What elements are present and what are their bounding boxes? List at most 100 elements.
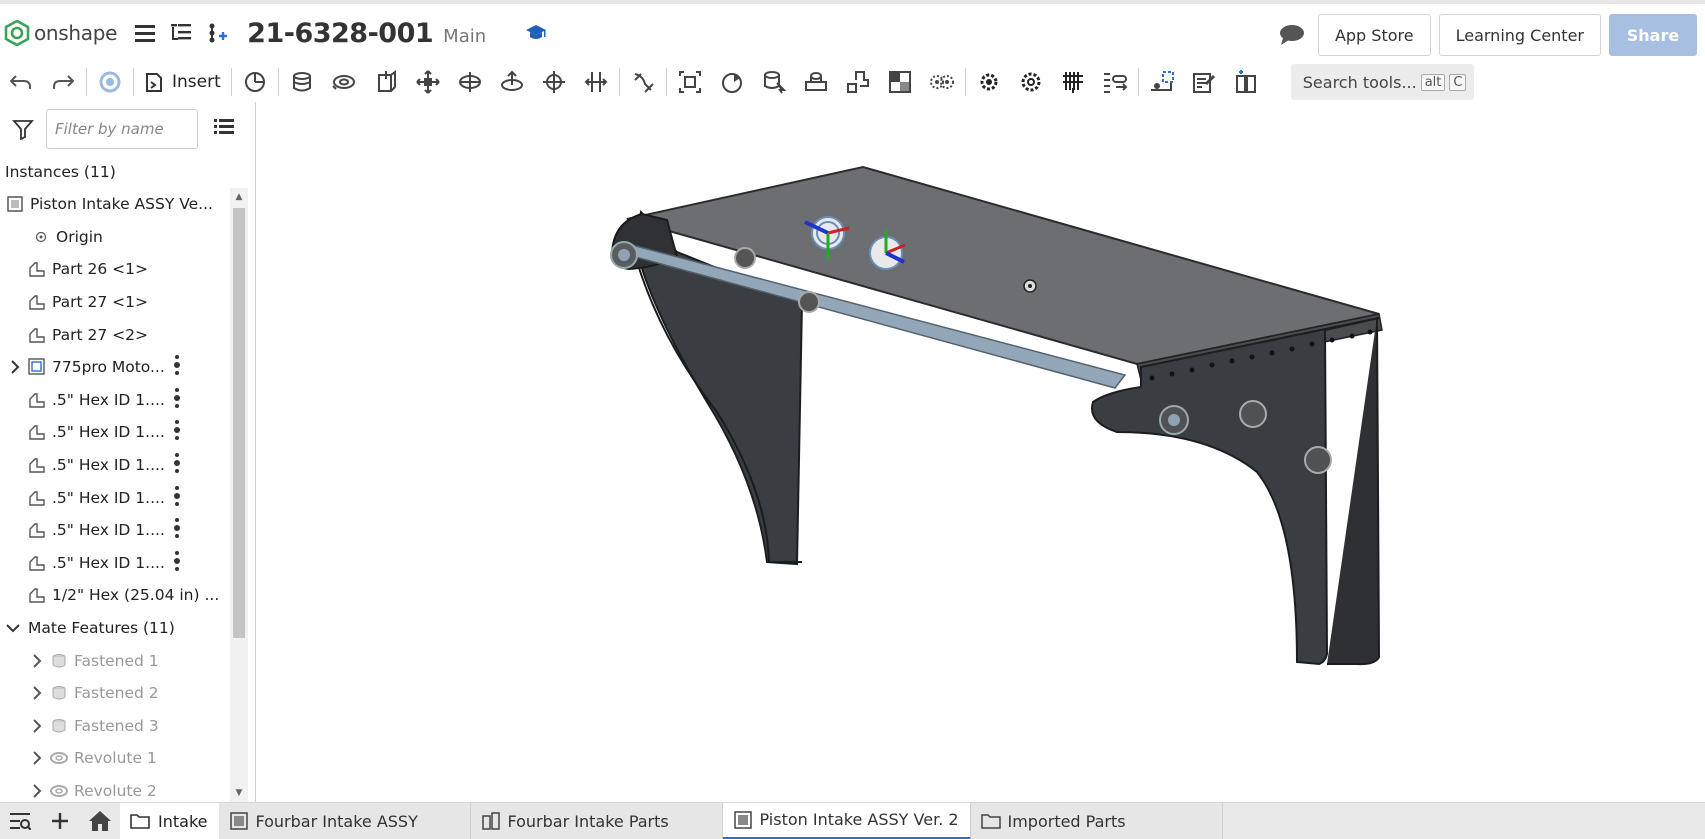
parallel-mate-icon[interactable] (575, 64, 617, 100)
left-bracket[interactable] (633, 209, 804, 566)
chevron-right-icon[interactable] (26, 784, 48, 798)
replicate-icon[interactable] (711, 64, 753, 100)
chevron-right-icon[interactable] (26, 751, 48, 766)
chevron-down-icon[interactable] (2, 623, 24, 633)
redo-icon[interactable] (42, 64, 84, 100)
linear-relation-icon[interactable] (1052, 64, 1094, 100)
list-item[interactable]: Fastened 3 (0, 710, 230, 743)
tree-scrollbar[interactable]: ▲ ▼ (230, 188, 248, 802)
slider-mate-icon[interactable] (365, 64, 407, 100)
pattern-icon[interactable] (753, 64, 795, 100)
learning-cap-icon[interactable] (522, 19, 550, 47)
list-item[interactable]: 1/2" Hex (25.04 in) ... (0, 579, 230, 612)
cylindrical-mate-icon[interactable] (449, 64, 491, 100)
undo-icon[interactable] (0, 64, 42, 100)
kebab-menu-icon[interactable] (174, 387, 180, 413)
fastened-mate-icon[interactable] (281, 64, 323, 100)
list-item[interactable]: Revolute 1 (0, 742, 230, 775)
comment-icon[interactable] (1278, 21, 1306, 49)
feature-list-icon[interactable] (167, 19, 195, 47)
insert-button[interactable]: Insert (136, 64, 229, 100)
list-item[interactable]: Part 26 <1> (0, 253, 230, 286)
tab-imported-parts[interactable]: Imported Parts (971, 802, 1224, 839)
scroll-thumb[interactable] (233, 208, 245, 638)
header-actions: App Store Learning Center Share (1270, 14, 1697, 56)
list-view-icon[interactable] (214, 118, 234, 140)
gear-relation-icon[interactable] (921, 64, 963, 100)
measure-icon[interactable] (1094, 64, 1136, 100)
regen-icon[interactable] (89, 64, 131, 100)
filter-icon[interactable] (0, 118, 46, 140)
kebab-menu-icon[interactable] (174, 419, 180, 445)
kebab-menu-icon[interactable] (174, 354, 180, 380)
version-graph-icon[interactable] (203, 19, 231, 47)
tab-piston-intake-assy[interactable]: Piston Intake ASSY Ver. 2 (723, 802, 972, 839)
tab-manager-icon[interactable] (0, 803, 40, 839)
revolute-mate-icon (48, 747, 70, 769)
graphics-viewport[interactable] (257, 102, 1705, 802)
assembly-model[interactable] (257, 102, 1705, 802)
list-item[interactable]: Part 27 <1> (0, 286, 230, 319)
mirror-icon[interactable] (795, 64, 837, 100)
breadcrumb-folder[interactable]: Intake (120, 802, 220, 839)
onshape-logo[interactable]: onshape (4, 20, 117, 46)
kebab-menu-icon[interactable] (174, 517, 180, 543)
list-item[interactable]: .5" Hex ID 1.... (0, 384, 230, 417)
tab-fourbar-intake-assy[interactable]: Fourbar Intake ASSY (219, 802, 472, 839)
assembly-tab-icon (229, 811, 249, 831)
chevron-right-icon[interactable] (4, 360, 26, 374)
mate-connector-icon[interactable] (234, 64, 276, 100)
chevron-right-icon[interactable] (26, 719, 48, 733)
part-icon (26, 552, 48, 574)
part-icon (26, 519, 48, 541)
list-item-label: Part 27 <2> (52, 325, 149, 344)
list-item[interactable]: Part 27 <2> (0, 318, 230, 351)
list-item[interactable]: .5" Hex ID 1.... (0, 416, 230, 449)
scroll-up-icon[interactable]: ▲ (230, 188, 248, 206)
bom-icon[interactable] (1225, 64, 1267, 100)
list-item[interactable]: Revolute 2 (0, 775, 230, 802)
chevron-right-icon[interactable] (26, 686, 48, 700)
mate-features-header[interactable]: Mate Features (11) (0, 612, 230, 645)
filter-by-name-input[interactable] (46, 109, 198, 149)
group-icon[interactable] (669, 64, 711, 100)
named-positions-icon[interactable] (879, 64, 921, 100)
learning-center-button[interactable]: Learning Center (1438, 14, 1601, 56)
add-tab-icon[interactable] (40, 803, 80, 839)
kebab-menu-icon[interactable] (174, 452, 180, 478)
share-button[interactable]: Share (1609, 14, 1697, 56)
list-item[interactable]: Fastened 2 (0, 677, 230, 710)
kebab-menu-icon[interactable] (174, 550, 180, 576)
list-item[interactable]: .5" Hex ID 1.... (0, 547, 230, 580)
list-item[interactable]: .5" Hex ID 1.... (0, 481, 230, 514)
branch-name[interactable]: Main (443, 26, 486, 47)
document-title[interactable]: 21-6328-001 (247, 18, 434, 49)
ball-mate-icon[interactable] (533, 64, 575, 100)
screw-relation-icon[interactable] (1010, 64, 1052, 100)
section-view-icon[interactable] (1141, 64, 1183, 100)
display-states-icon[interactable] (1183, 64, 1225, 100)
logo-text: onshape (34, 21, 118, 45)
list-item[interactable]: .5" Hex ID 1.... (0, 449, 230, 482)
rack-pinion-icon[interactable] (968, 64, 1010, 100)
revolute-mate-icon[interactable] (323, 64, 365, 100)
tangent-mate-icon[interactable] (622, 64, 664, 100)
list-item[interactable]: .5" Hex ID 1.... (0, 514, 230, 547)
kebab-menu-icon[interactable] (174, 485, 180, 511)
planar-mate-icon[interactable] (407, 64, 449, 100)
pin-slot-mate-icon[interactable] (491, 64, 533, 100)
tab-fourbar-intake-parts[interactable]: Fourbar Intake Parts (471, 802, 724, 839)
scroll-down-icon[interactable]: ▼ (230, 784, 248, 802)
instances-header[interactable]: Instances (11) (0, 156, 255, 188)
menu-icon[interactable] (131, 19, 159, 47)
app-store-button[interactable]: App Store (1317, 14, 1431, 56)
list-item[interactable]: Piston Intake ASSY Ve... (0, 188, 230, 221)
list-item[interactable]: Fastened 1 (0, 644, 230, 677)
search-tools-input[interactable]: Search tools... alt C (1290, 64, 1474, 100)
list-item[interactable]: Origin (0, 221, 230, 254)
explode-icon[interactable] (837, 64, 879, 100)
chevron-right-icon[interactable] (26, 653, 48, 668)
list-item[interactable]: 775pro Moto... (0, 351, 230, 384)
home-icon[interactable] (80, 803, 120, 839)
part-icon (26, 584, 48, 606)
